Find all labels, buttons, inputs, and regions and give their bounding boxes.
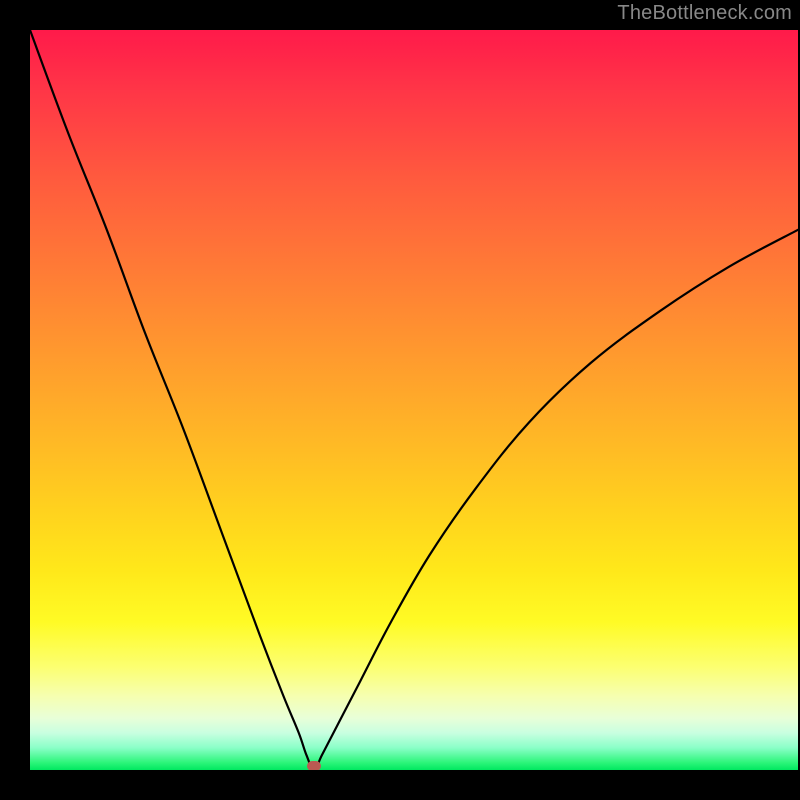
- bottleneck-curve: [30, 30, 798, 770]
- optimal-point-marker: [307, 761, 321, 770]
- watermark-text: TheBottleneck.com: [617, 2, 792, 25]
- plot-area: [30, 30, 798, 770]
